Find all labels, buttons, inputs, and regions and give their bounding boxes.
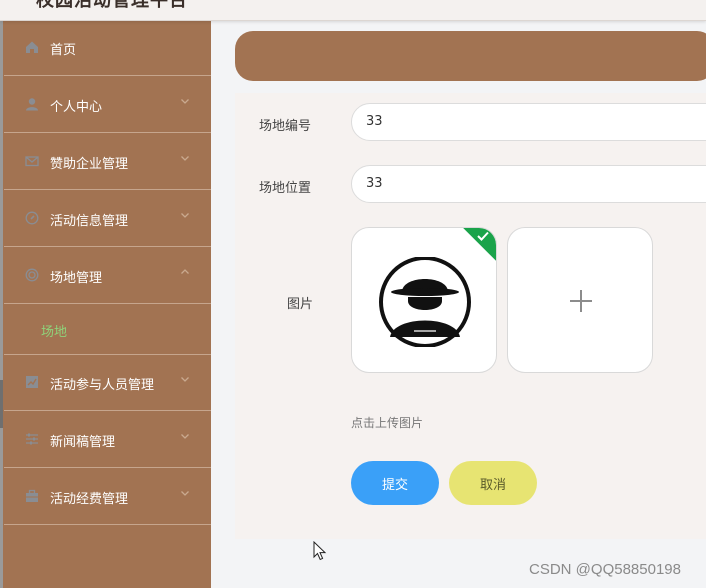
venue-number-input[interactable]: 33 bbox=[351, 103, 706, 141]
app-title: 校园活动管理平台 bbox=[36, 0, 188, 11]
sidebar-item-label: 活动信息管理 bbox=[50, 214, 129, 229]
sidebar-subitem-venue[interactable]: 场地 bbox=[4, 305, 211, 355]
sidebar-edge-handle bbox=[0, 380, 3, 428]
sidebar-item-sponsors[interactable]: 赞助企业管理 bbox=[4, 134, 211, 190]
sidebar: 首页 个人中心 赞助企业管理 活动信息管理 场地管理 场地 活动参与人员管理 新… bbox=[0, 20, 211, 588]
spy-avatar-icon bbox=[379, 257, 471, 347]
check-icon bbox=[477, 231, 489, 241]
upload-add-button[interactable] bbox=[507, 227, 653, 373]
sidebar-item-label: 活动参与人员管理 bbox=[50, 378, 155, 393]
chevron-down-icon bbox=[181, 434, 189, 439]
mail-icon bbox=[25, 156, 39, 167]
venue-location-input[interactable]: 33 bbox=[351, 165, 706, 203]
sidebar-item-activities[interactable]: 活动信息管理 bbox=[4, 191, 211, 247]
sidebar-item-participants[interactable]: 活动参与人员管理 bbox=[4, 355, 211, 411]
sidebar-item-label: 首页 bbox=[50, 43, 77, 58]
chevron-down-icon bbox=[181, 156, 189, 161]
sidebar-item-profile[interactable]: 个人中心 bbox=[4, 77, 211, 133]
sidebar-item-label: 个人中心 bbox=[50, 100, 103, 115]
sidebar-item-venues[interactable]: 场地管理 bbox=[4, 248, 211, 304]
chart-icon bbox=[26, 376, 38, 388]
cancel-button[interactable]: 取消 bbox=[449, 461, 537, 505]
upload-hint: 点击上传图片 bbox=[351, 416, 424, 430]
sidebar-item-funding[interactable]: 活动经费管理 bbox=[4, 469, 211, 525]
sidebar-item-label: 活动经费管理 bbox=[50, 492, 129, 507]
mouse-cursor-icon bbox=[313, 541, 327, 561]
main-content: 场地编号 33 场地位置 33 图片 点击上传图片 提交 取消 bbox=[211, 20, 706, 588]
venue-number-label: 场地编号 bbox=[259, 119, 312, 134]
sidebar-item-home[interactable]: 首页 bbox=[4, 20, 211, 76]
submit-button[interactable]: 提交 bbox=[351, 461, 439, 505]
plus-icon-vertical bbox=[580, 290, 582, 312]
sliders-icon bbox=[26, 433, 38, 445]
sidebar-subitem-label: 场地 bbox=[41, 325, 68, 340]
compass-icon bbox=[25, 211, 39, 225]
chevron-up-icon bbox=[181, 269, 189, 274]
page-banner bbox=[235, 31, 706, 81]
sidebar-item-press[interactable]: 新闻稿管理 bbox=[4, 412, 211, 468]
image-label: 图片 bbox=[287, 297, 314, 312]
chevron-down-icon bbox=[181, 491, 189, 496]
chevron-down-icon bbox=[181, 99, 189, 104]
target-icon bbox=[25, 268, 39, 282]
venue-location-label: 场地位置 bbox=[259, 181, 312, 196]
chevron-down-icon bbox=[181, 213, 189, 218]
sidebar-item-label: 赞助企业管理 bbox=[50, 157, 129, 172]
sidebar-item-label: 场地管理 bbox=[50, 271, 103, 286]
uploaded-image-tile[interactable] bbox=[351, 227, 497, 373]
venue-form: 场地编号 33 场地位置 33 图片 点击上传图片 提交 取消 bbox=[235, 93, 706, 539]
sidebar-edge bbox=[0, 20, 3, 588]
chevron-down-icon bbox=[181, 377, 189, 382]
user-icon bbox=[26, 98, 38, 111]
top-header: 校园活动管理平台 bbox=[0, 0, 706, 21]
watermark: CSDN @QQ58850198 bbox=[529, 561, 681, 578]
sidebar-item-label: 新闻稿管理 bbox=[50, 435, 116, 450]
home-icon bbox=[26, 41, 38, 53]
briefcase-icon bbox=[26, 489, 38, 502]
